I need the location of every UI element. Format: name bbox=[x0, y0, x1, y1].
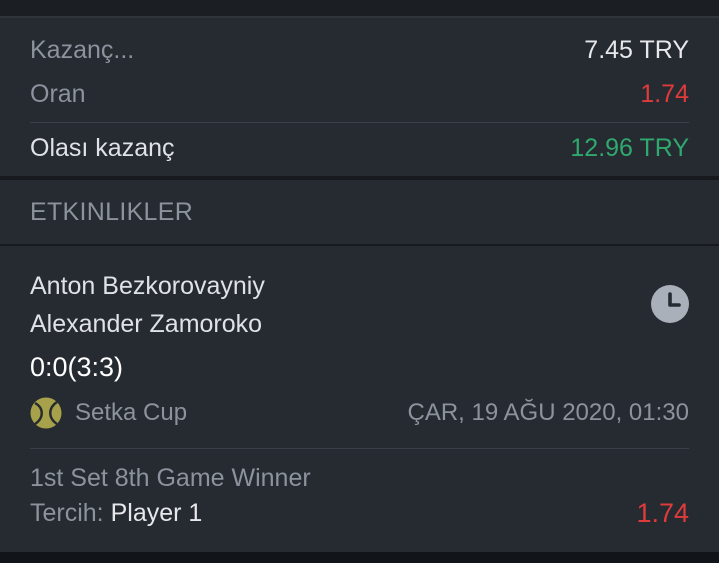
event-card[interactable]: Anton Bezkorovayniy Alexander Zamoroko 0… bbox=[0, 246, 719, 552]
event-divider bbox=[30, 448, 689, 449]
selection-label: Tercih: bbox=[30, 499, 104, 527]
stake-value: 7.45 TRY bbox=[584, 36, 689, 64]
top-bar bbox=[0, 0, 719, 16]
away-player-name: Alexander Zamoroko bbox=[30, 310, 263, 338]
stake-row: Kazanç... 7.45 TRY bbox=[30, 36, 689, 65]
bet-summary-panel: Kazanç... 7.45 TRY Oran 1.74 Olası kazan… bbox=[0, 16, 719, 178]
events-section-header: ETKINLIKLER bbox=[0, 180, 719, 244]
selection-row: Tercih: Player 1 1.74 bbox=[30, 498, 689, 529]
potential-win-label: Olası kazanç bbox=[30, 134, 175, 162]
potential-win-row: Olası kazanç 12.96 TRY bbox=[30, 134, 689, 163]
selection-value: Player 1 bbox=[110, 499, 203, 527]
summary-divider bbox=[30, 122, 689, 123]
market-name: 1st Set 8th Game Winner bbox=[30, 464, 311, 492]
tennis-ball-icon bbox=[30, 397, 62, 429]
league-row: Setka Cup ÇAR, 19 AĞU 2020, 01:30 bbox=[30, 396, 689, 430]
home-player-name: Anton Bezkorovayniy bbox=[30, 272, 265, 300]
live-score: 0:0(3:3) bbox=[30, 352, 124, 382]
bet-slip-screen: Kazanç... 7.45 TRY Oran 1.74 Olası kazan… bbox=[0, 0, 719, 563]
odds-row: Oran 1.74 bbox=[30, 80, 689, 109]
stake-label: Kazanç... bbox=[30, 36, 135, 64]
selection: Tercih: Player 1 bbox=[30, 499, 202, 528]
potential-win-value: 12.96 TRY bbox=[570, 134, 689, 162]
event-datetime: ÇAR, 19 AĞU 2020, 01:30 bbox=[407, 399, 689, 426]
section-title: ETKINLIKLER bbox=[30, 198, 194, 226]
total-odds-value: 1.74 bbox=[640, 80, 689, 108]
odds-label: Oran bbox=[30, 80, 86, 108]
clock-icon bbox=[651, 285, 689, 323]
selection-odds: 1.74 bbox=[636, 498, 689, 528]
league-name: Setka Cup bbox=[75, 399, 188, 426]
bottom-bar bbox=[0, 552, 719, 563]
